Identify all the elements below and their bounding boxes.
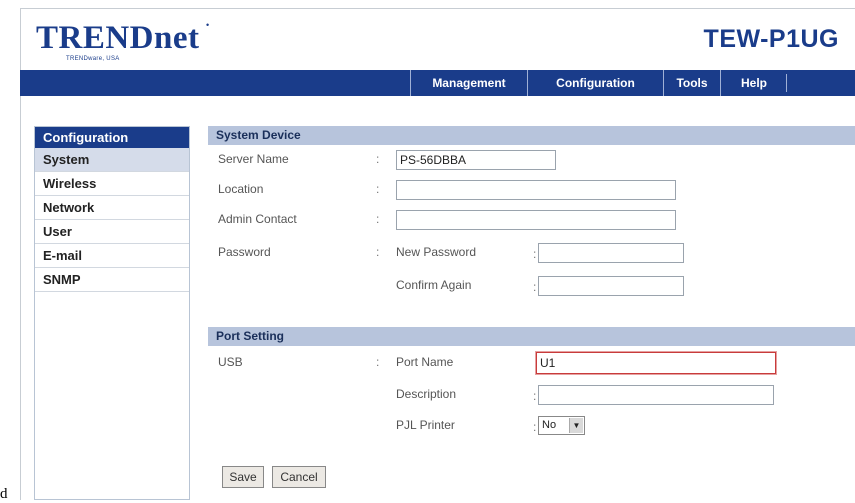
registered-mark-icon: • <box>206 20 210 30</box>
port-setting-body: USB : Port Name Description : PJL Printe… <box>208 346 855 491</box>
stray-character: d <box>0 486 8 502</box>
sidebar-item-email[interactable]: E-mail <box>35 244 189 268</box>
pjl-printer-label: PJL Printer <box>396 418 455 432</box>
nav-divider <box>786 74 787 92</box>
logo-text: TRENDnet <box>36 20 200 56</box>
brand-logo: TRENDnet TRENDware, USA • <box>36 20 209 62</box>
nav-configuration[interactable]: Configuration <box>527 70 663 96</box>
colon: : <box>376 355 380 369</box>
nav-management[interactable]: Management <box>410 70 527 96</box>
sidebar-item-wireless[interactable]: Wireless <box>35 172 189 196</box>
new-password-input[interactable] <box>538 243 684 263</box>
colon: : <box>376 152 380 166</box>
description-input[interactable] <box>538 385 774 405</box>
save-button[interactable]: Save <box>222 466 264 488</box>
new-password-label: New Password <box>396 245 477 259</box>
sidebar: Configuration System Wireless Network Us… <box>34 126 190 500</box>
confirm-password-input[interactable] <box>538 276 684 296</box>
admin-contact-label: Admin Contact <box>218 212 297 226</box>
password-label: Password <box>218 245 271 259</box>
colon: : <box>533 420 537 434</box>
location-label: Location <box>218 182 264 196</box>
port-name-input[interactable] <box>536 352 776 374</box>
main-panel: System Device Server Name : Location : A… <box>208 126 855 491</box>
description-label: Description <box>396 387 457 401</box>
section-system-device: System Device <box>208 126 855 145</box>
system-device-body: Server Name : Location : Admin Contact :… <box>208 145 855 327</box>
server-name-input[interactable] <box>396 150 556 170</box>
colon: : <box>376 182 380 196</box>
pjl-printer-select[interactable]: No ▼ <box>538 416 585 435</box>
logo-tagline: TRENDware, USA <box>66 56 120 62</box>
pjl-printer-value: No <box>542 419 557 431</box>
section-port-setting: Port Setting <box>208 327 855 346</box>
sidebar-item-network[interactable]: Network <box>35 196 189 220</box>
top-border <box>20 8 855 9</box>
model-name: TEW-P1UG <box>703 25 839 53</box>
admin-contact-input[interactable] <box>396 210 676 230</box>
top-nav: Management Configuration Tools Help <box>20 70 855 96</box>
sidebar-item-user[interactable]: User <box>35 220 189 244</box>
port-name-label: Port Name <box>396 355 454 369</box>
location-input[interactable] <box>396 180 676 200</box>
port-usb-label: USB <box>218 355 243 369</box>
sidebar-item-snmp[interactable]: SNMP <box>35 268 189 292</box>
sidebar-heading: Configuration <box>35 127 189 148</box>
colon: : <box>533 280 537 294</box>
cancel-button[interactable]: Cancel <box>272 466 326 488</box>
nav-help[interactable]: Help <box>720 70 787 96</box>
colon: : <box>533 247 537 261</box>
chevron-down-icon[interactable]: ▼ <box>569 418 583 433</box>
colon: : <box>376 212 380 226</box>
confirm-again-label: Confirm Again <box>396 278 472 292</box>
server-name-label: Server Name <box>218 152 289 166</box>
sidebar-item-system[interactable]: System <box>35 148 189 172</box>
nav-tools[interactable]: Tools <box>663 70 720 96</box>
colon: : <box>376 245 380 259</box>
colon: : <box>533 389 537 403</box>
